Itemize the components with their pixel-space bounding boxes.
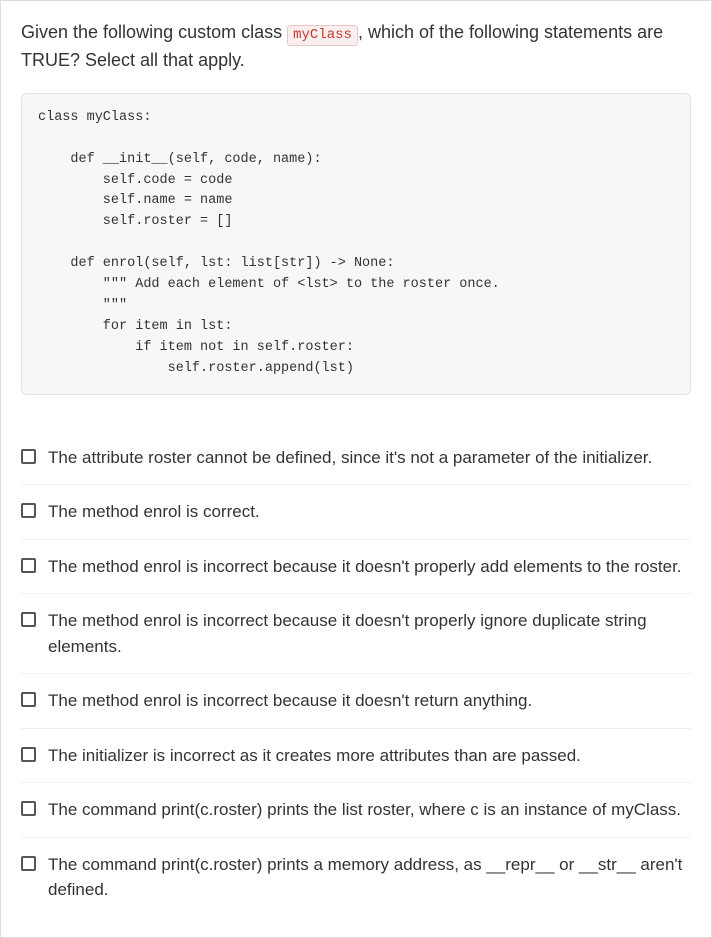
option-row: The initializer is incorrect as it creat…: [21, 728, 691, 783]
option-row: The command print(c.roster) prints a mem…: [21, 837, 691, 917]
option-row: The method enrol is correct.: [21, 484, 691, 539]
checkbox[interactable]: [21, 558, 36, 573]
option-text: The initializer is incorrect as it creat…: [48, 743, 581, 769]
option-row: The method enrol is incorrect because it…: [21, 539, 691, 594]
checkbox[interactable]: [21, 503, 36, 518]
option-text: The method enrol is incorrect because it…: [48, 688, 532, 714]
checkbox[interactable]: [21, 747, 36, 762]
option-text: The method enrol is incorrect because it…: [48, 554, 682, 580]
option-text: The method enrol is incorrect because it…: [48, 608, 691, 659]
option-row: The method enrol is incorrect because it…: [21, 673, 691, 728]
option-text: The method enrol is correct.: [48, 499, 260, 525]
checkbox[interactable]: [21, 692, 36, 707]
option-text: The attribute roster cannot be defined, …: [48, 445, 652, 471]
question-prompt: Given the following custom class myClass…: [21, 19, 691, 75]
option-row: The method enrol is incorrect because it…: [21, 593, 691, 673]
checkbox[interactable]: [21, 612, 36, 627]
options-list: The attribute roster cannot be defined, …: [21, 431, 691, 917]
inline-code-token: myClass: [287, 25, 358, 46]
checkbox[interactable]: [21, 449, 36, 464]
option-text: The command print(c.roster) prints a mem…: [48, 852, 691, 903]
question-card: Given the following custom class myClass…: [0, 0, 712, 938]
question-pre-text: Given the following custom class: [21, 22, 287, 42]
checkbox[interactable]: [21, 801, 36, 816]
option-row: The command print(c.roster) prints the l…: [21, 782, 691, 837]
checkbox[interactable]: [21, 856, 36, 871]
option-row: The attribute roster cannot be defined, …: [21, 431, 691, 485]
option-text: The command print(c.roster) prints the l…: [48, 797, 681, 823]
code-block: class myClass: def __init__(self, code, …: [21, 93, 691, 395]
